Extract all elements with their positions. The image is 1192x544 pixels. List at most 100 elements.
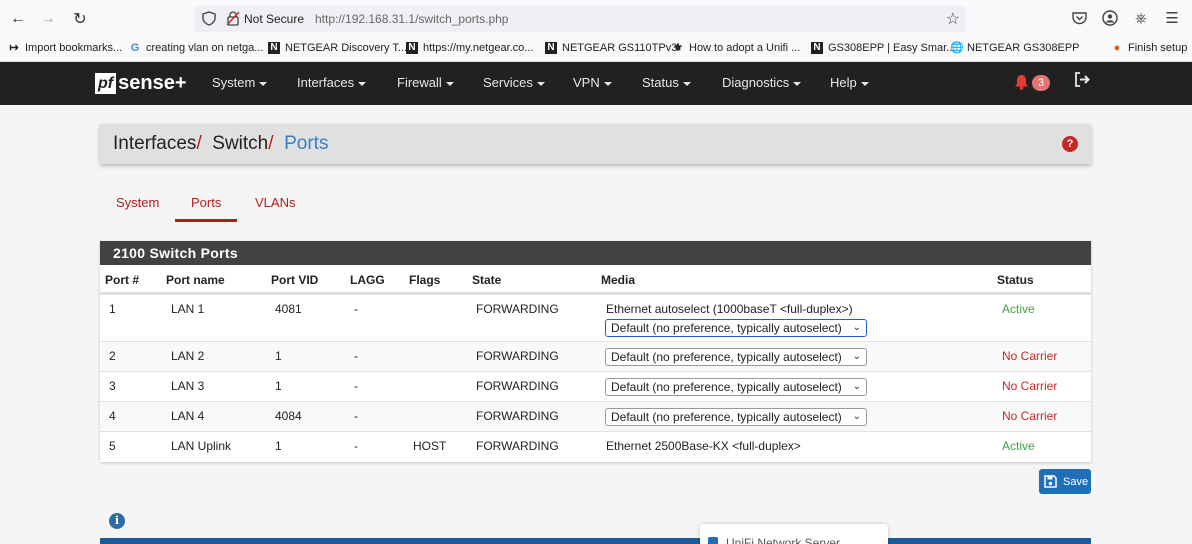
google-icon: G xyxy=(130,42,140,54)
url-text[interactable]: http://192.168.31.1/switch_ports.php xyxy=(315,12,508,26)
status-badge: No Carrier xyxy=(1002,349,1058,363)
breadcrumb-interfaces[interactable]: Interfaces xyxy=(113,133,196,154)
port-lagg: - xyxy=(354,379,358,393)
pocket-icon[interactable] xyxy=(1069,8,1089,28)
extensions-icon[interactable]: ⎈ xyxy=(1131,8,1151,28)
caret-down-icon xyxy=(682,81,691,86)
menu-diagnostics[interactable]: Diagnostics xyxy=(722,75,802,90)
back-icon[interactable]: ← xyxy=(7,8,29,30)
help-icon[interactable]: ? xyxy=(1062,136,1078,152)
shield-icon[interactable] xyxy=(202,11,216,29)
port-lagg: - xyxy=(354,409,358,423)
bookmark-gs308epp[interactable]: 🌐 NETGEAR GS308EPP xyxy=(950,42,1080,54)
column-header: Port # xyxy=(105,273,140,287)
bookmark-my-netgear[interactable]: Nhttps://my.netgear.co... xyxy=(406,42,533,54)
active-tab-indicator xyxy=(175,219,237,222)
browser-toolbar: ← → ↻ Not Secure http://192.168.31.1/swi… xyxy=(0,0,1192,38)
column-header: State xyxy=(472,273,502,287)
port-state: FORWARDING xyxy=(476,349,559,363)
port-number: 2 xyxy=(109,349,116,363)
unifi-icon: ⚜ xyxy=(673,42,683,54)
logout-icon[interactable] xyxy=(1074,72,1091,92)
bookmark-finish-setup[interactable]: ● Finish setup xyxy=(1111,42,1188,54)
netgear-icon: N xyxy=(268,42,280,54)
menu-interfaces[interactable]: Interfaces xyxy=(297,75,367,90)
tab-vlans[interactable]: VLANs xyxy=(255,195,295,210)
caret-down-icon xyxy=(603,81,612,86)
status-badge: Active xyxy=(1002,302,1035,316)
switch-ports-panel: 2100 Switch Ports Port # Port name Port … xyxy=(100,241,1091,462)
notification-popup[interactable]: UniFi Network Server xyxy=(700,524,888,544)
port-lagg: - xyxy=(354,349,358,363)
media-select[interactable]: Default (no preference, typically autose… xyxy=(605,408,867,426)
breadcrumb-switch[interactable]: Switch xyxy=(212,133,268,154)
port-name: LAN 3 xyxy=(171,379,205,393)
caret-down-icon xyxy=(536,81,545,86)
bookmark-star-icon[interactable]: ☆ xyxy=(946,9,960,29)
tab-ports[interactable]: Ports xyxy=(191,195,221,210)
bookmark-gs110tpv3[interactable]: N NETGEAR GS110TPv3 xyxy=(545,42,677,54)
menu-icon[interactable]: ☰ xyxy=(1162,8,1182,28)
save-button[interactable]: Save xyxy=(1039,469,1091,494)
port-name: LAN Uplink xyxy=(171,439,232,453)
port-vid: 4081 xyxy=(275,302,302,316)
table-row: 2 LAN 2 1 - FORWARDING Default (no prefe… xyxy=(100,341,1091,371)
forward-icon[interactable]: → xyxy=(37,8,59,30)
pfsense-logo[interactable]: pf sense+ xyxy=(95,71,187,95)
port-number: 4 xyxy=(109,409,116,423)
port-number: 3 xyxy=(109,379,116,393)
reload-icon[interactable]: ↻ xyxy=(69,8,91,30)
menu-help[interactable]: Help xyxy=(830,75,869,90)
tab-system[interactable]: System xyxy=(116,195,159,210)
netgear-icon: N xyxy=(545,42,557,54)
port-lagg: - xyxy=(354,439,358,453)
port-state: FORWARDING xyxy=(476,409,559,423)
media-description: Ethernet autoselect (1000baseT <full-dup… xyxy=(606,302,853,316)
menu-firewall[interactable]: Firewall xyxy=(397,75,454,90)
media-select[interactable]: Default (no preference, typically autose… xyxy=(605,378,867,396)
status-badge: No Carrier xyxy=(1002,409,1058,423)
bookmark-unifi[interactable]: ⚜ How to adopt a Unifi ... xyxy=(672,42,800,54)
breadcrumb-separator: / xyxy=(196,133,202,154)
info-icon[interactable]: i xyxy=(109,513,125,529)
breadcrumb: Interfaces/ Switch/ Ports ? xyxy=(100,124,1091,164)
media-description: Ethernet 2500Base-KX <full-duplex> xyxy=(606,439,801,453)
bottom-panel-edge xyxy=(100,538,1091,544)
breadcrumb-separator: / xyxy=(268,133,274,154)
insecure-lock-icon[interactable] xyxy=(226,11,240,29)
chevron-down-icon: ⌄ xyxy=(852,381,861,392)
firefox-icon: ● xyxy=(1113,42,1121,54)
account-icon[interactable] xyxy=(1100,8,1120,28)
port-lagg: - xyxy=(354,302,358,316)
popup-label: UniFi Network Server xyxy=(726,536,841,544)
bookmark-netgear-discovery[interactable]: N NETGEAR Discovery T... xyxy=(268,42,407,54)
port-vid: 4084 xyxy=(275,409,302,423)
media-select[interactable]: Default (no preference, typically autose… xyxy=(605,319,867,337)
notification-badge[interactable]: 3 xyxy=(1032,75,1050,91)
address-bar[interactable]: Not Secure http://192.168.31.1/switch_po… xyxy=(194,6,966,32)
column-header: Port VID xyxy=(271,273,319,287)
bell-icon[interactable] xyxy=(1014,74,1029,95)
port-name: LAN 1 xyxy=(171,302,205,316)
port-number: 5 xyxy=(109,439,116,453)
bookmark-import[interactable]: ↦ Import bookmarks... xyxy=(8,42,122,54)
bookmark-vlan[interactable]: Gcreating vlan on netga... xyxy=(129,42,264,54)
globe-icon: 🌐 xyxy=(950,42,964,54)
chevron-down-icon: ⌄ xyxy=(852,322,861,333)
breadcrumb-ports: Ports xyxy=(284,133,329,154)
menu-system[interactable]: System xyxy=(212,75,268,90)
unifi-icon xyxy=(708,537,718,544)
bookmark-gs308epp-easy[interactable]: N GS308EPP | Easy Smar... xyxy=(811,42,955,54)
chevron-down-icon: ⌄ xyxy=(852,411,861,422)
menu-status[interactable]: Status xyxy=(642,75,691,90)
menu-vpn[interactable]: VPN xyxy=(573,75,612,90)
column-header: LAGG xyxy=(350,273,385,287)
media-select[interactable]: Default (no preference, typically autose… xyxy=(605,348,867,366)
port-vid: 1 xyxy=(275,379,282,393)
port-name: LAN 2 xyxy=(171,349,205,363)
caret-down-icon xyxy=(445,81,454,86)
table-row: 4 LAN 4 4084 - FORWARDING Default (no pr… xyxy=(100,401,1091,431)
menu-services[interactable]: Services xyxy=(483,75,545,90)
chevron-down-icon: ⌄ xyxy=(852,351,861,362)
table-row: 1 LAN 1 4081 - FORWARDING Ethernet autos… xyxy=(100,294,1091,341)
